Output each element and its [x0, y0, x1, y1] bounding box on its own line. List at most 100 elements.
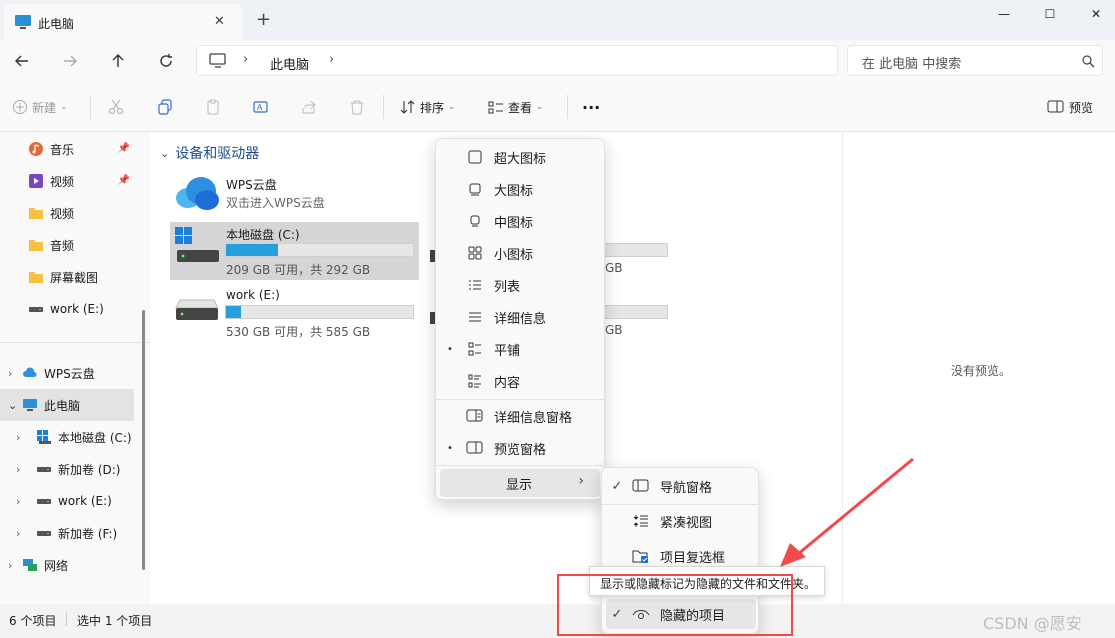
forward-button[interactable] [57, 49, 83, 73]
details-pane-icon [466, 407, 484, 425]
chevron-right-icon[interactable]: › [8, 367, 22, 380]
chevron-right-icon[interactable]: › [16, 527, 36, 540]
menu-item-navigation-pane[interactable]: ✓ 导航窗格 [606, 471, 756, 501]
sidebar-item-label: 视频 [50, 174, 75, 189]
tile-work-e[interactable]: work (E:) 530 GB 可用，共 585 GB [170, 284, 419, 342]
close-button[interactable]: ✕ [1073, 0, 1115, 28]
sort-button[interactable]: 排序 ⌄ [400, 95, 456, 119]
paste-button[interactable] [205, 95, 221, 119]
search-box[interactable]: 在 此电脑 中搜索 [847, 45, 1103, 76]
tile-local-disk-c[interactable]: 本地磁盘 (C:) 209 GB 可用，共 292 GB [170, 222, 419, 280]
back-button[interactable] [9, 49, 35, 73]
menu-item-preview-pane[interactable]: • 预览窗格 [440, 433, 600, 463]
breadcrumb-this-pc[interactable]: 此电脑 [270, 54, 309, 73]
sidebar-item-label: 屏幕截图 [50, 270, 99, 285]
cloud-icon [23, 367, 37, 377]
minimize-button[interactable]: — [981, 0, 1027, 28]
sidebar-item-label: 本地磁盘 (C:) [58, 430, 132, 445]
chevron-right-icon[interactable]: › [16, 431, 36, 444]
delete-button[interactable] [349, 95, 365, 119]
chevron-right-icon[interactable]: › [16, 463, 36, 476]
menu-item-show[interactable]: 显示 › [440, 469, 600, 497]
scissors-icon [109, 99, 123, 114]
new-button[interactable]: 新建 ⌄ [12, 95, 68, 119]
capacity-bar [225, 243, 414, 257]
menu-item-label: 列表 [494, 279, 521, 295]
menu-item-label: 紧凑视图 [660, 515, 713, 531]
menu-item-content[interactable]: 内容 [440, 366, 600, 396]
rename-button[interactable]: A [253, 95, 269, 119]
up-button[interactable] [105, 49, 131, 73]
chevron-down-icon[interactable]: ⌄ [8, 399, 22, 412]
view-icon [488, 101, 503, 114]
sidebar-item-label: 音频 [50, 238, 75, 253]
music-icon [29, 142, 43, 156]
menu-item-large-icons[interactable]: 大图标 [440, 174, 600, 204]
tile-wps-cloud[interactable]: WPS云盘 双击进入WPS云盘 [170, 172, 420, 218]
chevron-down-icon: ⌄ [536, 102, 544, 112]
drive-icon [29, 307, 43, 312]
check-icon: ✓ [611, 478, 623, 494]
new-tab-button[interactable]: + [256, 9, 271, 30]
sidebar-item-work-e[interactable]: work (E:) [0, 294, 134, 324]
sidebar-scrollbar[interactable] [142, 310, 145, 570]
sidebar-item-local-disk-c[interactable]: › 本地磁盘 (C:) [0, 422, 134, 452]
group-header-devices[interactable]: ⌄ 设备和驱动器 [160, 143, 259, 163]
preview-pane-icon [1047, 100, 1064, 113]
close-tab-icon[interactable]: ✕ [214, 14, 225, 29]
annotation-arrow-icon [780, 457, 914, 567]
small-icons-icon [466, 244, 484, 262]
menu-item-list[interactable]: 列表 [440, 270, 600, 300]
more-options-button[interactable]: ··· [582, 95, 600, 119]
menu-item-small-icons[interactable]: 小图标 [440, 238, 600, 268]
tile-free-space: 209 GB 可用，共 292 GB [226, 263, 371, 277]
capacity-fill [226, 306, 241, 318]
search-icon [1082, 55, 1095, 68]
preview-pane-icon [466, 439, 484, 457]
menu-item-extra-large-icons[interactable]: 超大图标 [440, 142, 600, 172]
menu-item-compact-view[interactable]: 紧凑视图 [606, 506, 756, 536]
menu-item-label: 平铺 [494, 343, 521, 359]
menu-item-details[interactable]: 详细信息 [440, 302, 600, 332]
search-input[interactable]: 在 此电脑 中搜索 [862, 53, 961, 72]
breadcrumb-chevron-icon[interactable]: › [243, 52, 248, 67]
view-label: 查看 [508, 100, 533, 115]
sidebar-item-music[interactable]: 音乐 📌 [0, 134, 134, 164]
menu-item-label: 内容 [494, 375, 521, 391]
close-icon: ✕ [1090, 7, 1102, 21]
breadcrumb-chevron-icon[interactable]: › [329, 52, 334, 67]
sidebar-item-new-volume-f[interactable]: › 新加卷 (F:) [0, 518, 134, 548]
view-button[interactable]: 查看 ⌄ [488, 95, 544, 119]
chevron-right-icon[interactable]: › [8, 559, 22, 572]
capacity-fill [226, 244, 279, 256]
sidebar-item-new-volume-d[interactable]: › 新加卷 (D:) [0, 454, 134, 484]
tab-this-pc[interactable]: 此电脑 ✕ [4, 4, 242, 40]
sidebar-item-label: 音乐 [50, 142, 75, 157]
sidebar-item-work-e-tree[interactable]: › work (E:) [0, 486, 134, 516]
details-icon [466, 308, 484, 326]
tile-free-space: GB [605, 323, 623, 337]
chevron-right-icon[interactable]: › [16, 495, 36, 508]
menu-item-medium-icons[interactable]: 中图标 [440, 206, 600, 236]
folder-icon [29, 272, 43, 283]
sidebar-item-video[interactable]: 视频 📌 [0, 166, 134, 196]
copy-button[interactable] [157, 95, 173, 119]
sidebar-item-screenshots[interactable]: 屏幕截图 [0, 262, 134, 292]
refresh-button[interactable] [153, 49, 179, 73]
sidebar-item-this-pc[interactable]: ⌄ 此电脑 [0, 389, 134, 421]
svg-text:A: A [257, 103, 263, 112]
cut-button[interactable] [108, 95, 124, 119]
sidebar-item-network[interactable]: › 网络 [0, 550, 134, 580]
sidebar-item-video-folder[interactable]: 视频 [0, 198, 134, 228]
sidebar-item-wps-cloud[interactable]: › WPS云盘 [0, 358, 134, 388]
preview-pane-button[interactable]: 预览 [1047, 95, 1093, 119]
address-bar[interactable]: › 此电脑 › [196, 45, 838, 76]
sidebar-item-audio[interactable]: 音频 [0, 230, 134, 260]
menu-item-details-pane[interactable]: 详细信息窗格 [440, 401, 600, 431]
menu-item-tiles[interactable]: • 平铺 [440, 334, 600, 364]
windows-drive-icon [175, 227, 219, 262]
minimize-icon: — [998, 7, 1010, 21]
compact-view-icon [632, 512, 650, 530]
share-button[interactable] [301, 95, 317, 119]
maximize-button[interactable]: ☐ [1027, 0, 1073, 28]
